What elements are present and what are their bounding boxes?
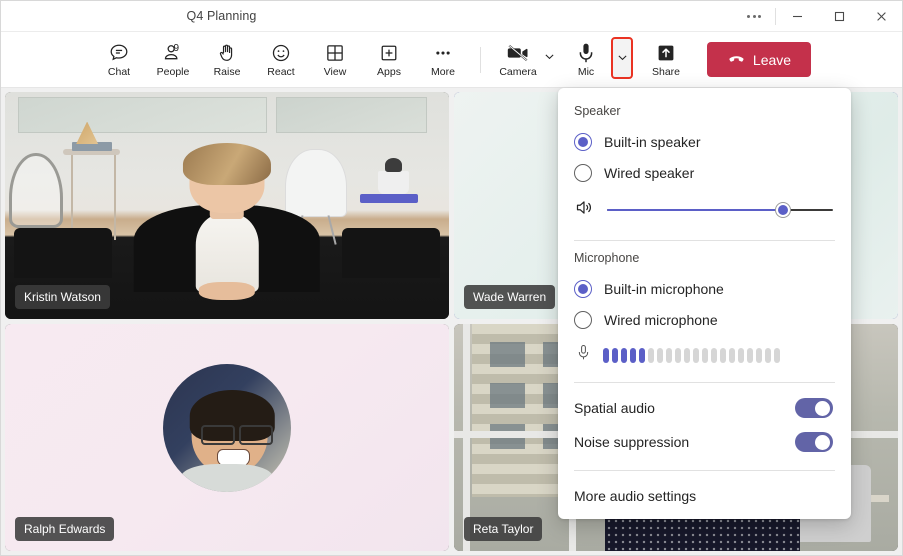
toolbar-more-label: More — [431, 66, 455, 78]
toolbar-react-label: React — [267, 66, 294, 78]
menu-divider — [574, 470, 835, 471]
toolbar-chat-label: Chat — [108, 66, 130, 78]
microphone-level-meter-row — [558, 335, 851, 371]
chat-icon — [108, 41, 130, 65]
raise-hand-icon — [216, 41, 238, 65]
minimize-button[interactable] — [776, 1, 818, 32]
teams-meeting-window: Q4 Planning Cha — [0, 0, 903, 556]
toolbar-chat-button[interactable]: Chat — [92, 35, 146, 85]
title-bar: Q4 Planning — [1, 1, 902, 32]
toolbar-apps-button[interactable]: Apps — [362, 35, 416, 85]
react-icon — [270, 41, 292, 65]
noise-suppression-label: Noise suppression — [574, 434, 689, 450]
view-icon — [324, 41, 346, 65]
maximize-button[interactable] — [818, 1, 860, 32]
radio-button-icon[interactable] — [574, 133, 592, 151]
speaker-section-heading: Speaker — [558, 102, 851, 126]
speaker-volume-icon — [574, 197, 595, 223]
microphone-icon — [574, 343, 593, 367]
toolbar-share-label: Share — [652, 66, 680, 78]
toolbar-raise-label: Raise — [214, 66, 241, 78]
toolbar-mic-label: Mic — [578, 66, 594, 78]
window-controls — [733, 1, 902, 32]
volume-slider-thumb[interactable] — [776, 203, 790, 217]
toolbar-divider — [480, 47, 481, 73]
more-options-icon[interactable] — [733, 1, 775, 32]
microphone-icon — [574, 41, 598, 65]
menu-divider — [574, 382, 835, 383]
spatial-audio-toggle[interactable] — [795, 398, 833, 418]
mic-dropdown-highlight — [611, 37, 633, 79]
toolbar-view-button[interactable]: View — [308, 35, 362, 85]
leave-button-label: Leave — [753, 52, 791, 68]
radio-button-icon[interactable] — [574, 311, 592, 329]
menu-divider — [574, 240, 835, 241]
toolbar-share-button[interactable]: Share — [639, 35, 693, 85]
more-audio-settings-link[interactable]: More audio settings — [558, 479, 851, 511]
camera-chevron-down-icon[interactable] — [539, 32, 559, 82]
apps-icon — [378, 41, 400, 65]
toolbar-mic-button[interactable]: Mic — [559, 35, 613, 85]
toolbar-people-button[interactable]: 9 People — [146, 35, 200, 85]
avatar — [163, 364, 291, 492]
audio-settings-menu: Speaker Built-in speaker Wired speaker — [558, 88, 851, 519]
speaker-option-built-in[interactable]: Built-in speaker — [558, 126, 851, 157]
mic-chevron-down-icon[interactable] — [611, 37, 633, 79]
participant-name-label: Kristin Watson — [15, 285, 110, 309]
participant-name-label: Ralph Edwards — [15, 517, 114, 541]
volume-slider-row — [558, 188, 851, 229]
speaker-option-wired[interactable]: Wired speaker — [558, 157, 851, 188]
meeting-toolbar: Chat 9 People Raise — [1, 32, 902, 88]
people-icon: 9 — [162, 41, 184, 65]
microphone-option-wired[interactable]: Wired microphone — [558, 304, 851, 335]
microphone-section-heading: Microphone — [558, 249, 851, 273]
radio-button-icon[interactable] — [574, 280, 592, 298]
camera-off-icon — [506, 41, 530, 65]
toolbar-camera-label: Camera — [499, 66, 536, 78]
share-screen-icon — [654, 41, 678, 65]
volume-slider[interactable] — [607, 209, 833, 211]
toolbar-apps-label: Apps — [377, 66, 401, 78]
microphone-option-built-in[interactable]: Built-in microphone — [558, 273, 851, 304]
more-icon — [432, 41, 454, 65]
people-count-badge: 9 — [173, 43, 179, 54]
video-tile-ralph-edwards[interactable]: Ralph Edwards — [5, 324, 449, 551]
noise-suppression-row[interactable]: Noise suppression — [558, 425, 851, 459]
noise-suppression-toggle[interactable] — [795, 432, 833, 452]
close-button[interactable] — [860, 1, 902, 32]
microphone-option-label: Wired microphone — [604, 312, 718, 328]
toolbar-react-button[interactable]: React — [254, 35, 308, 85]
speaker-option-label: Built-in speaker — [604, 134, 701, 150]
speaker-option-label: Wired speaker — [604, 165, 694, 181]
hang-up-icon — [727, 49, 746, 71]
microphone-option-label: Built-in microphone — [604, 281, 724, 297]
toolbar-raise-button[interactable]: Raise — [200, 35, 254, 85]
spatial-audio-label: Spatial audio — [574, 400, 655, 416]
toolbar-view-label: View — [324, 66, 347, 78]
radio-button-icon[interactable] — [574, 164, 592, 182]
toolbar-more-button[interactable]: More — [416, 35, 470, 85]
spatial-audio-row[interactable]: Spatial audio — [558, 391, 851, 425]
participant-name-label: Wade Warren — [464, 285, 555, 309]
video-tile-kristin-watson[interactable]: Kristin Watson — [5, 92, 449, 319]
leave-button[interactable]: Leave — [707, 42, 811, 77]
participant-name-label: Reta Taylor — [464, 517, 542, 541]
toolbar-camera-button[interactable]: Camera — [491, 35, 545, 85]
toolbar-people-label: People — [157, 66, 190, 78]
microphone-level-meter — [603, 348, 835, 363]
